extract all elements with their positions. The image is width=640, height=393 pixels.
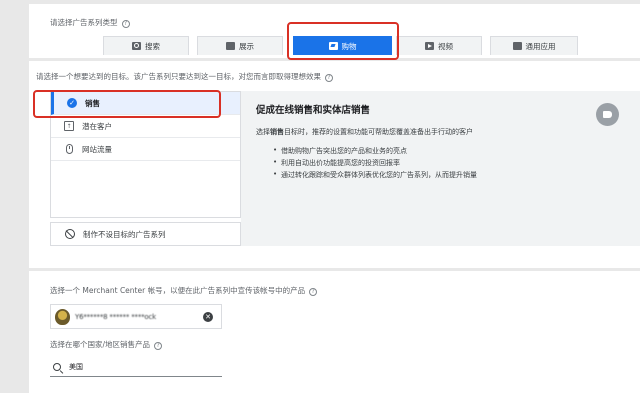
mouse-icon bbox=[65, 144, 73, 154]
merchant-heading: 选择一个 Merchant Center 帐号，以便在此广告系列中宣传该帐号中的… bbox=[50, 285, 318, 296]
check-circle-icon: ✓ bbox=[67, 98, 77, 108]
display-icon bbox=[226, 42, 235, 50]
merchant-account-chip[interactable]: Y6******8 ****** ****ock ✕ bbox=[50, 304, 222, 329]
campaign-type-heading: 请选择广告系列类型? bbox=[50, 17, 130, 28]
list-item: 通过转化跟踪和受众群体列表优化您的广告系列，从而提升销量 bbox=[273, 170, 477, 182]
country-value: 美国 bbox=[69, 362, 83, 371]
help-icon[interactable]: ? bbox=[121, 20, 130, 28]
goal-detail-panel: 促成在线销售和实体店销售 选择销售目标时，推荐的设置和功能可帮助您覆盖准备出手行… bbox=[241, 91, 640, 246]
app-icon bbox=[512, 42, 522, 50]
tab-search[interactable]: 搜索 bbox=[103, 36, 189, 55]
block-icon bbox=[65, 229, 75, 239]
tab-app[interactable]: 通用应用 bbox=[490, 36, 578, 55]
goal-item-sales[interactable]: ✓ 销售 bbox=[51, 92, 240, 115]
country-search-input[interactable]: 美国 bbox=[50, 357, 222, 377]
goal-item-website-traffic[interactable]: 网站流量 bbox=[51, 138, 240, 161]
avatar bbox=[55, 308, 70, 325]
merchant-account-name: Y6******8 ****** ****ock bbox=[75, 312, 157, 321]
help-icon[interactable]: ? bbox=[154, 342, 163, 350]
tab-shopping[interactable]: 购物 bbox=[293, 36, 392, 55]
goal-benefit-list: 借助购物广告突出您的产品和业务的亮点 利用自动出价功能提高您的投资回报率 通过转… bbox=[273, 146, 477, 182]
lead-icon: ↑ bbox=[64, 121, 74, 131]
help-icon[interactable]: ? bbox=[325, 74, 333, 82]
search-icon bbox=[53, 362, 61, 371]
tab-display[interactable]: 展示 bbox=[197, 36, 283, 55]
goal-detail-description: 选择销售目标时，推荐的设置和功能可帮助您覆盖准备出手行动的客户 bbox=[256, 128, 473, 136]
goal-heading: 请选择一个想要达到的目标。该广告系列只要达到这一目标，对您而言即取得理想效果? bbox=[36, 71, 333, 82]
goal-item-leads[interactable]: ↑ 潜在客户 bbox=[51, 115, 240, 138]
tag-icon bbox=[596, 103, 619, 126]
list-item: 借助购物广告突出您的产品和业务的亮点 bbox=[273, 146, 477, 158]
shopping-tag-icon bbox=[328, 42, 338, 50]
search-icon bbox=[132, 42, 141, 50]
list-item: 利用自动出价功能提高您的投资回报率 bbox=[273, 158, 477, 170]
country-heading: 选择在哪个国家/地区销售产品? bbox=[50, 339, 163, 350]
close-icon[interactable]: ✕ bbox=[203, 312, 213, 322]
no-goal-option[interactable]: 制作不设目标的广告系列 bbox=[50, 222, 241, 246]
help-icon[interactable]: ? bbox=[309, 288, 318, 296]
video-icon bbox=[425, 42, 434, 50]
tab-video[interactable]: 视频 bbox=[396, 36, 482, 55]
goal-list: ✓ 销售 ↑ 潜在客户 网站流量 bbox=[50, 91, 241, 218]
goal-detail-title: 促成在线销售和实体店销售 bbox=[256, 105, 371, 116]
